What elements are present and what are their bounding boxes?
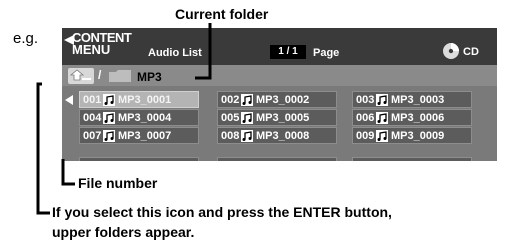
file-number-leader	[61, 159, 75, 186]
up-folder-leader	[36, 82, 50, 215]
current-folder-leader	[195, 23, 212, 80]
callout-leader-lines	[36, 23, 212, 215]
